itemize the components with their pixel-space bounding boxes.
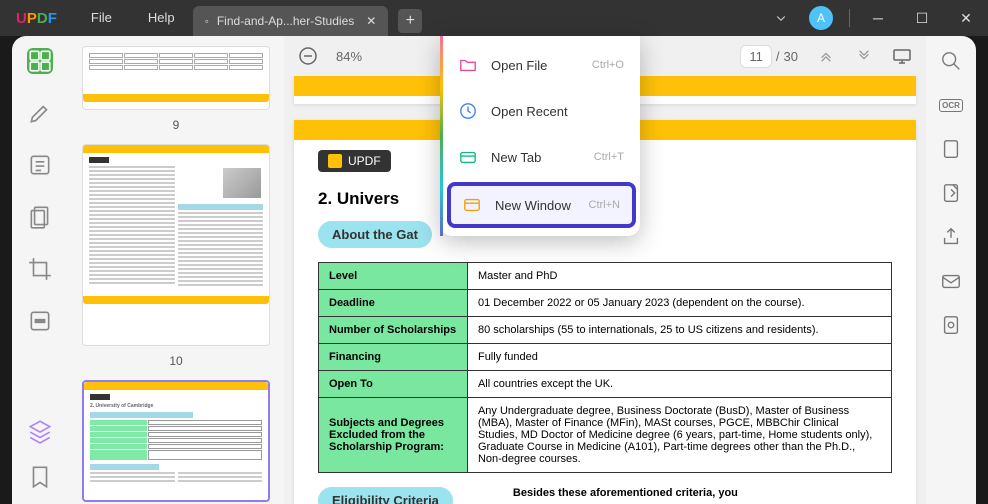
about-pill: About the Gat <box>318 221 432 248</box>
file-dropdown-menu: Open File Ctrl+O Open Recent New Tab Ctr… <box>440 36 640 236</box>
crop-tool-icon[interactable] <box>27 256 53 282</box>
thumbnail-number: 9 <box>82 118 270 132</box>
shortcut-label: Ctrl+N <box>589 199 620 211</box>
document-mode-icon[interactable] <box>940 138 962 160</box>
window-close-button[interactable]: ✕ <box>944 0 988 36</box>
text-tool-icon[interactable] <box>27 152 53 178</box>
folder-icon <box>459 56 477 74</box>
document-tab[interactable]: ◦ Find-and-Ap...her-Studies ✕ <box>193 6 389 36</box>
tab-title: Find-and-Ap...her-Studies <box>217 14 354 28</box>
thumbnail-page-10[interactable] <box>82 144 270 346</box>
layers-icon[interactable] <box>27 418 53 444</box>
tab-indicator-icon: ◦ <box>205 14 209 28</box>
thumbnail-panel: 9 <box>68 36 284 504</box>
menu-file[interactable]: File <box>73 0 130 36</box>
bookmark-icon[interactable] <box>27 464 53 490</box>
page-indicator: 11 / 30 <box>740 45 798 68</box>
thumbnail-number: 10 <box>82 354 270 368</box>
presentation-icon[interactable] <box>892 46 912 66</box>
page-current-input[interactable]: 11 <box>740 45 772 68</box>
app-logo: UPDF <box>0 10 73 27</box>
thumbnails-tool-icon[interactable] <box>27 48 53 74</box>
zoom-out-icon[interactable] <box>298 46 318 66</box>
dropdown-chevron-icon[interactable] <box>763 0 799 36</box>
window-icon <box>463 196 481 214</box>
tab-close-icon[interactable]: ✕ <box>366 14 376 28</box>
clock-icon <box>459 102 477 120</box>
scholarship-table: LevelMaster and PhD Deadline01 December … <box>318 262 892 473</box>
new-tab-button[interactable]: + <box>398 9 422 33</box>
thumbnail-page-11[interactable]: 2. University of Cambridge <box>82 380 270 502</box>
export-icon[interactable] <box>940 182 962 204</box>
menu-open-recent[interactable]: Open Recent <box>443 88 640 134</box>
tab-icon <box>459 148 477 166</box>
menu-help[interactable]: Help <box>130 0 193 36</box>
menu-open-file[interactable]: Open File Ctrl+O <box>443 42 640 88</box>
menu-new-tab[interactable]: New Tab Ctrl+T <box>443 134 640 180</box>
thumbnail-page-9[interactable] <box>82 46 270 110</box>
print-icon[interactable] <box>940 314 962 336</box>
criteria-pill: Eligibility Criteria <box>318 487 453 504</box>
criteria-text: Besides these aforementioned criteria, y… <box>513 487 892 499</box>
window-maximize-button[interactable]: ☐ <box>900 0 944 36</box>
page-tool-icon[interactable] <box>27 204 53 230</box>
scroll-down-icon[interactable] <box>854 49 874 63</box>
search-icon[interactable] <box>940 50 962 72</box>
right-toolbar: OCR <box>926 36 976 504</box>
window-minimize-button[interactable]: ─ <box>856 0 900 36</box>
shortcut-label: Ctrl+T <box>594 151 624 163</box>
scroll-up-icon[interactable] <box>816 49 836 63</box>
mail-icon[interactable] <box>940 270 962 292</box>
redact-tool-icon[interactable] <box>27 308 53 334</box>
menu-new-window[interactable]: New Window Ctrl+N <box>447 182 636 228</box>
updf-badge: UPDF <box>318 150 391 172</box>
shortcut-label: Ctrl+O <box>592 59 624 71</box>
user-avatar[interactable]: A <box>809 6 833 30</box>
zoom-level: 84% <box>336 49 362 64</box>
highlight-tool-icon[interactable] <box>27 100 53 126</box>
divider <box>849 9 850 27</box>
left-toolbar <box>12 36 68 504</box>
share-icon[interactable] <box>940 226 962 248</box>
ocr-icon[interactable]: OCR <box>940 94 962 116</box>
